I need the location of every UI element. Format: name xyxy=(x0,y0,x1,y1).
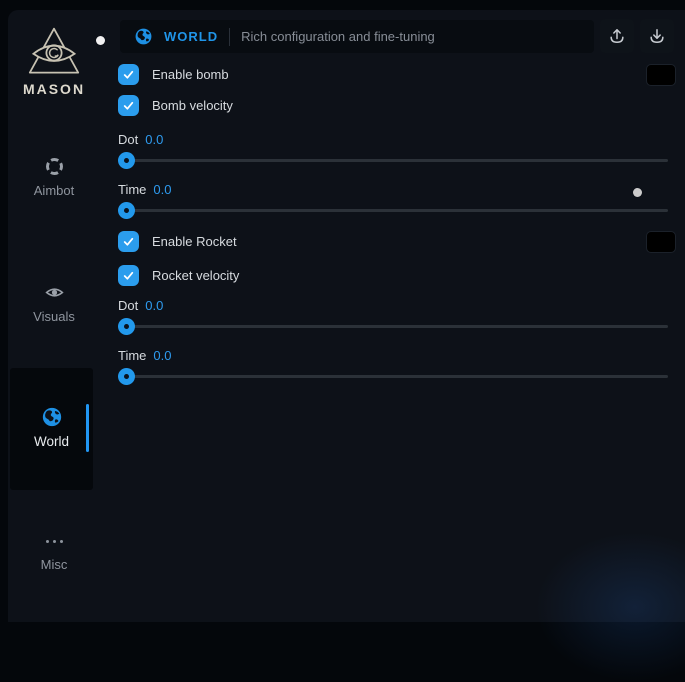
globe-icon xyxy=(134,27,153,46)
slider-thumb[interactable] xyxy=(118,202,135,219)
rocket-velocity-row: Rocket velocity xyxy=(118,265,239,286)
bomb-dot-slider xyxy=(118,152,668,169)
slider-value: 0.0 xyxy=(145,298,163,313)
sidebar-item-label: Misc xyxy=(41,557,68,572)
enable-rocket-checkbox[interactable] xyxy=(118,231,139,252)
checkbox-label: Enable bomb xyxy=(152,67,229,82)
bomb-dot-slider-label: Dot 0.0 xyxy=(118,132,163,147)
page-subtitle: Rich configuration and fine-tuning xyxy=(241,29,435,44)
sidebar: MASON Aimbot Visuals World xyxy=(8,10,100,622)
slider-track[interactable] xyxy=(118,159,668,162)
globe-icon xyxy=(41,406,63,428)
slider-track[interactable] xyxy=(118,209,668,212)
rocket-color-swatch[interactable] xyxy=(646,231,676,253)
brand: MASON xyxy=(8,26,100,97)
sidebar-item-misc[interactable]: Misc xyxy=(8,531,100,572)
slider-value: 0.0 xyxy=(153,348,171,363)
enable-bomb-checkbox[interactable] xyxy=(118,64,139,85)
slider-value: 0.0 xyxy=(145,132,163,147)
slider-track[interactable] xyxy=(118,325,668,328)
page-title: WORLD xyxy=(164,29,218,44)
page-header: WORLD Rich configuration and fine-tuning xyxy=(120,20,594,53)
download-icon xyxy=(647,26,667,46)
rocket-time-slider-label: Time 0.0 xyxy=(118,348,171,363)
bomb-color-swatch[interactable] xyxy=(646,64,676,86)
checkbox-label: Bomb velocity xyxy=(152,98,233,113)
slider-thumb[interactable] xyxy=(118,368,135,385)
slider-value: 0.0 xyxy=(153,182,171,197)
app-window: MASON Aimbot Visuals World xyxy=(8,10,685,622)
rocket-velocity-checkbox[interactable] xyxy=(118,265,139,286)
check-icon xyxy=(122,68,135,81)
checkbox-label: Rocket velocity xyxy=(152,268,239,283)
bomb-velocity-row: Bomb velocity xyxy=(118,95,233,116)
brand-name: MASON xyxy=(8,81,100,97)
upload-config-button[interactable] xyxy=(600,19,634,53)
slider-track[interactable] xyxy=(118,375,668,378)
download-config-button[interactable] xyxy=(640,19,674,53)
checkbox-label: Enable Rocket xyxy=(152,234,237,249)
app-root: { "brand": {"name": "MASON", "logo": "ma… xyxy=(0,0,685,622)
sidebar-item-label: World xyxy=(34,434,69,449)
bomb-time-slider xyxy=(118,202,668,219)
corner-glow xyxy=(535,532,685,682)
ellipsis-icon xyxy=(46,531,63,551)
check-icon xyxy=(122,235,135,248)
sidebar-item-aimbot[interactable]: Aimbot xyxy=(8,156,100,198)
cursor-dot xyxy=(96,36,105,45)
bomb-velocity-checkbox[interactable] xyxy=(118,95,139,116)
sidebar-item-label: Visuals xyxy=(33,309,75,324)
upload-icon xyxy=(607,26,627,46)
crosshair-icon xyxy=(44,156,65,177)
enable-rocket-row: Enable Rocket xyxy=(118,231,237,252)
active-tab-indicator xyxy=(86,404,89,452)
sidebar-item-label: Aimbot xyxy=(34,183,74,198)
bomb-time-slider-label: Time 0.0 xyxy=(118,182,171,197)
header-divider xyxy=(229,28,230,46)
slider-thumb[interactable] xyxy=(118,318,135,335)
check-icon xyxy=(122,99,135,112)
check-icon xyxy=(122,269,135,282)
rocket-dot-slider xyxy=(118,318,668,335)
rocket-time-slider xyxy=(118,368,668,385)
sidebar-item-world[interactable]: World xyxy=(10,368,93,490)
sidebar-item-visuals[interactable]: Visuals xyxy=(8,282,100,324)
slider-thumb[interactable] xyxy=(118,152,135,169)
enable-bomb-row: Enable bomb xyxy=(118,64,229,85)
eye-icon xyxy=(44,282,65,303)
cursor-dot-secondary xyxy=(633,188,642,197)
rocket-dot-slider-label: Dot 0.0 xyxy=(118,298,163,313)
masonic-eye-logo xyxy=(26,26,82,78)
